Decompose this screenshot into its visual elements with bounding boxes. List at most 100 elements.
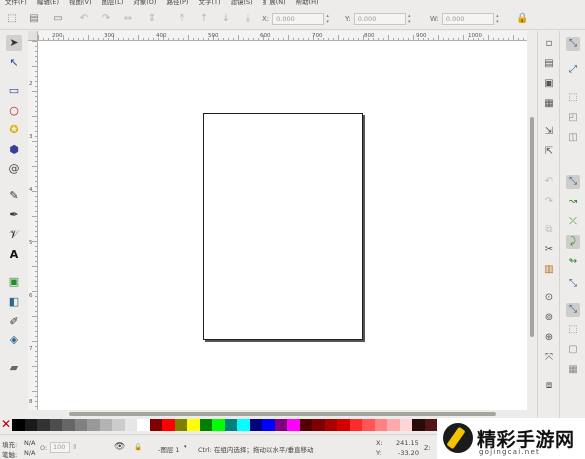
zoom-drawing-icon[interactable]: ⊚ — [542, 311, 556, 325]
layer-dropdown-arrow-icon[interactable]: ▾ — [184, 444, 187, 450]
deselect-icon[interactable]: ▭ — [52, 13, 64, 25]
import-icon[interactable]: ⇲ — [542, 125, 556, 139]
vertical-scrollbar-thumb[interactable] — [530, 117, 534, 337]
color-swatch[interactable] — [312, 419, 325, 431]
color-swatch[interactable] — [212, 419, 225, 431]
color-swatch[interactable] — [87, 419, 100, 431]
color-swatch[interactable] — [37, 419, 50, 431]
color-swatch[interactable] — [112, 419, 125, 431]
x-spinner[interactable]: ▴ ▾ — [324, 13, 331, 25]
rotate-ccw-icon[interactable]: ↶ — [78, 13, 90, 25]
pen-tool-icon[interactable]: ✒ — [6, 207, 22, 223]
color-swatch[interactable] — [262, 419, 275, 431]
menu-edit[interactable]: 编辑(E) — [32, 0, 64, 8]
color-swatch[interactable] — [62, 419, 75, 431]
color-swatch[interactable] — [149, 419, 162, 431]
gradient-tool-icon[interactable]: ◧ — [6, 294, 22, 310]
menu-help[interactable]: 帮助(H) — [291, 0, 324, 8]
menu-filters[interactable]: 滤镜(S) — [225, 0, 257, 8]
snap-smooth-nodes-icon[interactable]: ↬ — [566, 255, 580, 269]
layer-visibility-icon[interactable]: 👁 — [114, 442, 125, 452]
snap-rotation-center-icon[interactable]: ⬚ — [566, 323, 580, 337]
text-tool-icon[interactable]: A — [6, 247, 22, 263]
open-icon[interactable]: ▤ — [542, 57, 556, 71]
calligraphy-tool-icon[interactable]: 𝒱 — [6, 227, 22, 243]
snap-nodes-icon[interactable]: ⤡ — [566, 175, 580, 189]
duplicate-icon[interactable]: ⧈ — [542, 379, 556, 393]
snap-centers-icon[interactable]: ⤡ — [566, 303, 580, 317]
color-swatch[interactable] — [49, 419, 62, 431]
stroke-value[interactable]: N/A — [24, 449, 36, 457]
undo-icon[interactable]: ↶ — [542, 175, 556, 189]
snap-midpoints-icon[interactable]: ⤡ — [566, 277, 580, 291]
color-swatch[interactable] — [137, 419, 150, 431]
color-swatch[interactable] — [374, 419, 387, 431]
menu-object[interactable]: 对象(O) — [128, 0, 161, 8]
lower-to-bottom-icon[interactable]: ⤓ — [242, 13, 254, 25]
redo-icon[interactable]: ↷ — [542, 195, 556, 209]
snap-paths-icon[interactable]: ↝ — [566, 195, 580, 209]
zoom-page-width-icon[interactable]: ⤧ — [542, 351, 556, 365]
menu-file[interactable]: 文件(F) — [0, 0, 32, 8]
dropper-tool-icon[interactable]: ✐ — [6, 314, 22, 330]
lock-ratio-icon[interactable]: 🔒 — [516, 13, 528, 25]
rotate-cw-icon[interactable]: ↷ — [100, 13, 112, 25]
flip-vertical-icon[interactable]: ⇕ — [146, 13, 158, 25]
color-swatch[interactable] — [337, 419, 350, 431]
width-input[interactable]: 0.000 — [441, 13, 494, 25]
snap-page-border-icon[interactable]: ▢ — [566, 343, 580, 357]
zoom-page-icon[interactable]: ⊕ — [542, 331, 556, 345]
vertical-scrollbar[interactable] — [527, 41, 537, 410]
horizontal-scrollbar[interactable] — [38, 410, 527, 418]
y-spinner[interactable]: ▴ ▾ — [406, 13, 413, 25]
snap-bbox-midpoints-icon[interactable]: ◫ — [566, 131, 580, 145]
color-swatch[interactable] — [12, 419, 25, 431]
copy-icon[interactable]: ⧉ — [542, 223, 556, 237]
drawing-canvas[interactable] — [38, 41, 527, 410]
document-page[interactable] — [203, 113, 363, 340]
snap-grid-icon[interactable]: ▦ — [566, 363, 580, 377]
color-swatch[interactable] — [187, 419, 200, 431]
horizontal-scrollbar-thumb[interactable] — [69, 412, 496, 416]
color-swatch[interactable] — [124, 419, 137, 431]
menu-text[interactable]: 文字(T) — [193, 0, 225, 8]
color-swatch[interactable] — [362, 419, 375, 431]
spray-tool-icon[interactable]: ▣ — [6, 274, 22, 290]
snap-bbox-corners-icon[interactable]: ◰ — [566, 111, 580, 125]
color-swatch[interactable] — [324, 419, 337, 431]
snap-intersections-icon[interactable]: ⤫ — [566, 215, 580, 229]
color-swatch[interactable] — [249, 419, 262, 431]
menu-path[interactable]: 路径(P) — [161, 0, 193, 8]
color-swatch[interactable] — [287, 419, 300, 431]
color-swatch[interactable] — [237, 419, 250, 431]
3d-box-tool-icon[interactable]: ⬢ — [6, 142, 22, 158]
paint-bucket-tool-icon[interactable]: ◈ — [6, 332, 22, 348]
color-swatch[interactable] — [174, 419, 187, 431]
snap-cusp-nodes-icon[interactable]: ⤸ — [566, 235, 580, 249]
menu-extensions[interactable]: 扩展(N) — [258, 0, 291, 8]
zoom-selection-icon[interactable]: ⊙ — [542, 291, 556, 305]
color-swatch[interactable] — [424, 419, 437, 431]
lower-icon[interactable]: ↓ — [220, 13, 232, 25]
color-swatch[interactable] — [399, 419, 412, 431]
print-icon[interactable]: ▦ — [542, 97, 556, 111]
enable-snapping-icon[interactable]: ⤡ — [566, 37, 580, 51]
x-input[interactable]: 0.000 — [272, 13, 325, 25]
menu-layer[interactable]: 图层(L) — [97, 0, 129, 8]
color-swatch[interactable] — [412, 419, 425, 431]
opacity-spinner[interactable]: ⇕ — [72, 443, 77, 451]
layer-lock-icon[interactable]: 🔓 — [134, 443, 142, 451]
current-layer-dropdown[interactable]: -图层 1 — [158, 444, 180, 454]
color-swatch[interactable] — [349, 419, 362, 431]
select-all-icon[interactable]: ⬚ — [6, 13, 18, 25]
color-swatch[interactable] — [387, 419, 400, 431]
color-swatch[interactable] — [74, 419, 87, 431]
raise-icon[interactable]: ↑ — [198, 13, 210, 25]
snap-bounding-box-icon[interactable]: ⤢ — [566, 63, 580, 77]
raise-to-top-icon[interactable]: ⤒ — [176, 13, 188, 25]
no-color-swatch[interactable]: ✕ — [0, 418, 12, 432]
paste-icon[interactable]: ▥ — [542, 263, 556, 277]
y-input[interactable]: 0.000 — [353, 13, 406, 25]
opacity-input[interactable]: 100 — [50, 442, 70, 453]
eraser-tool-icon[interactable]: ▰ — [6, 360, 22, 376]
